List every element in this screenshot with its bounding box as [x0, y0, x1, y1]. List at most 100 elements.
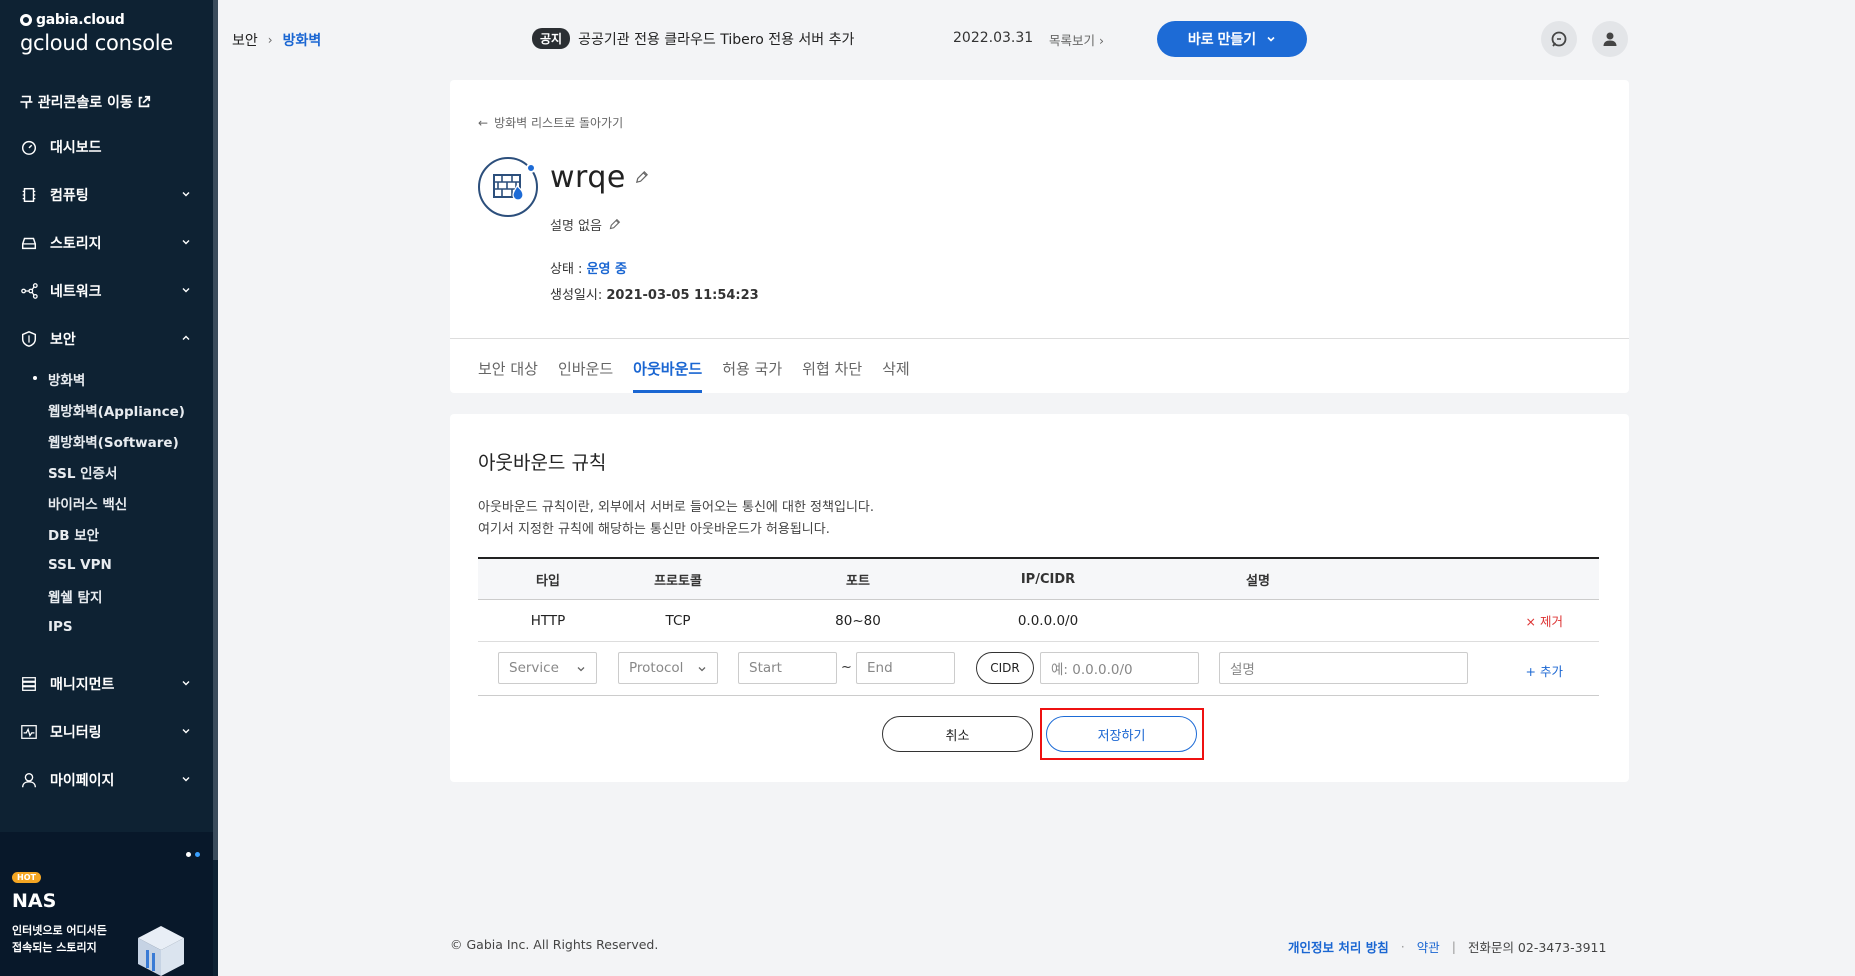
tab-security-target[interactable]: 보안 대상 [478, 358, 538, 393]
quick-create-button[interactable]: 바로 만들기 [1157, 21, 1307, 57]
logo[interactable]: gabia.cloud gcloud console [20, 12, 173, 55]
notice-tag: 공지 [532, 28, 571, 49]
status-dot [526, 163, 536, 173]
tab-threat-block[interactable]: 위협 차단 [802, 358, 862, 393]
chevron-down-icon [698, 667, 706, 672]
column-header-ip: IP/CIDR [1020, 571, 1076, 587]
port-end-input[interactable]: End [856, 652, 955, 684]
sidebar-subitem-waf-software[interactable]: 웹방화벽(Software) [48, 425, 213, 456]
section-title: 아웃바운드 규칙 [478, 452, 607, 474]
save-button[interactable]: 저장하기 [1046, 716, 1197, 752]
notice-text[interactable]: 공공기관 전용 클라우드 Tibero 전용 서버 추가 [578, 29, 854, 49]
breadcrumb: 보안 › 방화벽 [232, 30, 321, 50]
tab-outbound[interactable]: 아웃바운드 [633, 358, 703, 393]
footer-phone: 전화문의 02-3473-3911 [1467, 940, 1607, 955]
notice-list-label: 목록보기 [1049, 33, 1096, 48]
table-row: HTTP TCP 80~80 0.0.0.0/0 × 제거 [478, 600, 1599, 642]
sidebar-item-network[interactable]: 네트워크 [0, 267, 213, 315]
terms-link[interactable]: 약관 [1417, 937, 1440, 956]
breadcrumb-security[interactable]: 보안 [232, 30, 258, 50]
sidebar-item-mypage[interactable]: 마이페이지 [0, 756, 213, 804]
new-rule-form: Service Protocol Start ~ End CIDR 예: 0.0… [478, 642, 1599, 696]
tab-allowed-countries[interactable]: 허용 국가 [722, 358, 782, 393]
sidebar-item-label: 스토리지 [50, 236, 102, 252]
sidebar-subitem-ssl-cert[interactable]: SSL 인증서 [48, 456, 213, 487]
old-console-link[interactable]: 구 관리콘솔로 이동 [20, 92, 151, 112]
remove-rule-button[interactable]: × 제거 [1526, 611, 1563, 630]
service-select-value: Service [509, 660, 559, 676]
sidebar-subitem-waf-appliance[interactable]: 웹방화벽(Appliance) [48, 394, 213, 425]
security-submenu: 방화벽 웹방화벽(Appliance) 웹방화벽(Software) SSL 인… [0, 363, 213, 642]
firewall-description-text: 설명 없음 [550, 219, 602, 234]
status-label: 상태 : [550, 262, 587, 277]
created-value: 2021-03-05 11:54:23 [606, 288, 759, 303]
edit-pencil-icon[interactable] [634, 170, 649, 185]
column-header-port: 포트 [846, 573, 870, 589]
back-to-list-link[interactable]: ← 방화벽 리스트로 돌아가기 [478, 114, 623, 131]
footer-copyright: © Gabia Inc. All Rights Reserved. [450, 937, 659, 952]
cancel-button[interactable]: 취소 [882, 716, 1033, 752]
back-link-label: 방화벽 리스트로 돌아가기 [494, 116, 624, 130]
brand-text: gabia.cloud [36, 12, 125, 28]
notice-banner[interactable]: 공지 공공기관 전용 클라우드 Tibero 전용 서버 추가 [532, 28, 854, 49]
cell-port: 80~80 [835, 612, 881, 629]
profile-button[interactable] [1592, 21, 1628, 57]
dashboard-icon [21, 140, 37, 155]
management-icon [22, 677, 36, 691]
sidebar-item-dashboard[interactable]: 대시보드 [0, 123, 213, 171]
chevron-down-icon [182, 240, 190, 245]
carousel-dot[interactable] [186, 852, 191, 857]
sidebar-item-computing[interactable]: 컴퓨팅 [0, 171, 213, 219]
sidebar-item-monitoring[interactable]: 모니터링 [0, 708, 213, 756]
chat-button[interactable] [1541, 21, 1577, 57]
service-select[interactable]: Service [498, 652, 597, 684]
chevron-right-icon: › [1099, 33, 1104, 48]
sidebar-scrollbar[interactable] [213, 0, 218, 860]
ip-input[interactable]: 예: 0.0.0.0/0 [1040, 652, 1199, 684]
breadcrumb-separator-icon: › [267, 33, 273, 47]
status-value: 운영 중 [586, 262, 627, 277]
promo-title: NAS [12, 890, 57, 912]
sidebar-subitem-db-security[interactable]: DB 보안 [48, 518, 213, 549]
breadcrumb-firewall[interactable]: 방화벽 [283, 30, 322, 50]
rules-table: 타입 프로토콜 포트 IP/CIDR 설명 HTTP TCP 80~80 0.0… [478, 557, 1599, 696]
sidebar-item-label: 보안 [50, 332, 76, 348]
promo-desc-line: 인터넷으로 어디서든 [12, 924, 107, 937]
nas-cube-illustration [138, 926, 184, 976]
carousel-dots[interactable] [186, 852, 200, 857]
sidebar-subitem-ips[interactable]: IPS [48, 611, 213, 642]
description-input[interactable]: 설명 [1219, 652, 1468, 684]
firewall-name: wrqe [550, 160, 649, 195]
protocol-select[interactable]: Protocol [618, 652, 718, 684]
edit-pencil-icon[interactable] [608, 218, 621, 231]
cell-ip: 0.0.0.0/0 [1017, 612, 1079, 629]
notice-list-link[interactable]: 목록보기 › [1049, 30, 1104, 49]
sidebar-menu: 대시보드 컴퓨팅 스토리지 네트워크 보안 방화벽 웹방화벽(Appliance… [0, 123, 213, 804]
chevron-down-icon [182, 681, 190, 686]
promo-desc-line: 접속되는 스토리지 [12, 941, 97, 954]
privacy-policy-link[interactable]: 개인정보 처리 방침 [1288, 937, 1389, 956]
network-icon [21, 283, 38, 299]
sidebar-item-security[interactable]: 보안 [0, 315, 213, 363]
sidebar-subitem-firewall[interactable]: 방화벽 [33, 363, 213, 394]
external-link-icon [138, 95, 150, 108]
tab-delete[interactable]: 삭제 [882, 358, 910, 393]
cpu-icon [22, 187, 36, 203]
port-start-input[interactable]: Start [738, 652, 837, 684]
cidr-button[interactable]: CIDR [976, 652, 1034, 684]
sidebar-item-label: 네트워크 [50, 284, 102, 300]
carousel-dot-active[interactable] [195, 852, 200, 857]
divider [450, 338, 1629, 339]
sidebar-item-storage[interactable]: 스토리지 [0, 219, 213, 267]
user-icon [22, 773, 36, 788]
chevron-down-icon [577, 667, 585, 672]
footer-separator: | [1451, 939, 1456, 954]
sidebar-subitem-ssl-vpn[interactable]: SSL VPN [48, 549, 213, 580]
sidebar-subitem-webshell[interactable]: 웹쉘 탐지 [48, 580, 213, 611]
nas-promo-banner[interactable]: HOT NAS 인터넷으로 어디서든 접속되는 스토리지 [0, 832, 213, 976]
sidebar-item-management[interactable]: 매니지먼트 [0, 660, 213, 708]
add-rule-button[interactable]: + 추가 [1526, 661, 1563, 680]
sidebar-subitem-antivirus[interactable]: 바이러스 백신 [48, 487, 213, 518]
tab-inbound[interactable]: 인바운드 [558, 358, 613, 393]
promo-description: 인터넷으로 어디서든 접속되는 스토리지 [12, 922, 107, 956]
